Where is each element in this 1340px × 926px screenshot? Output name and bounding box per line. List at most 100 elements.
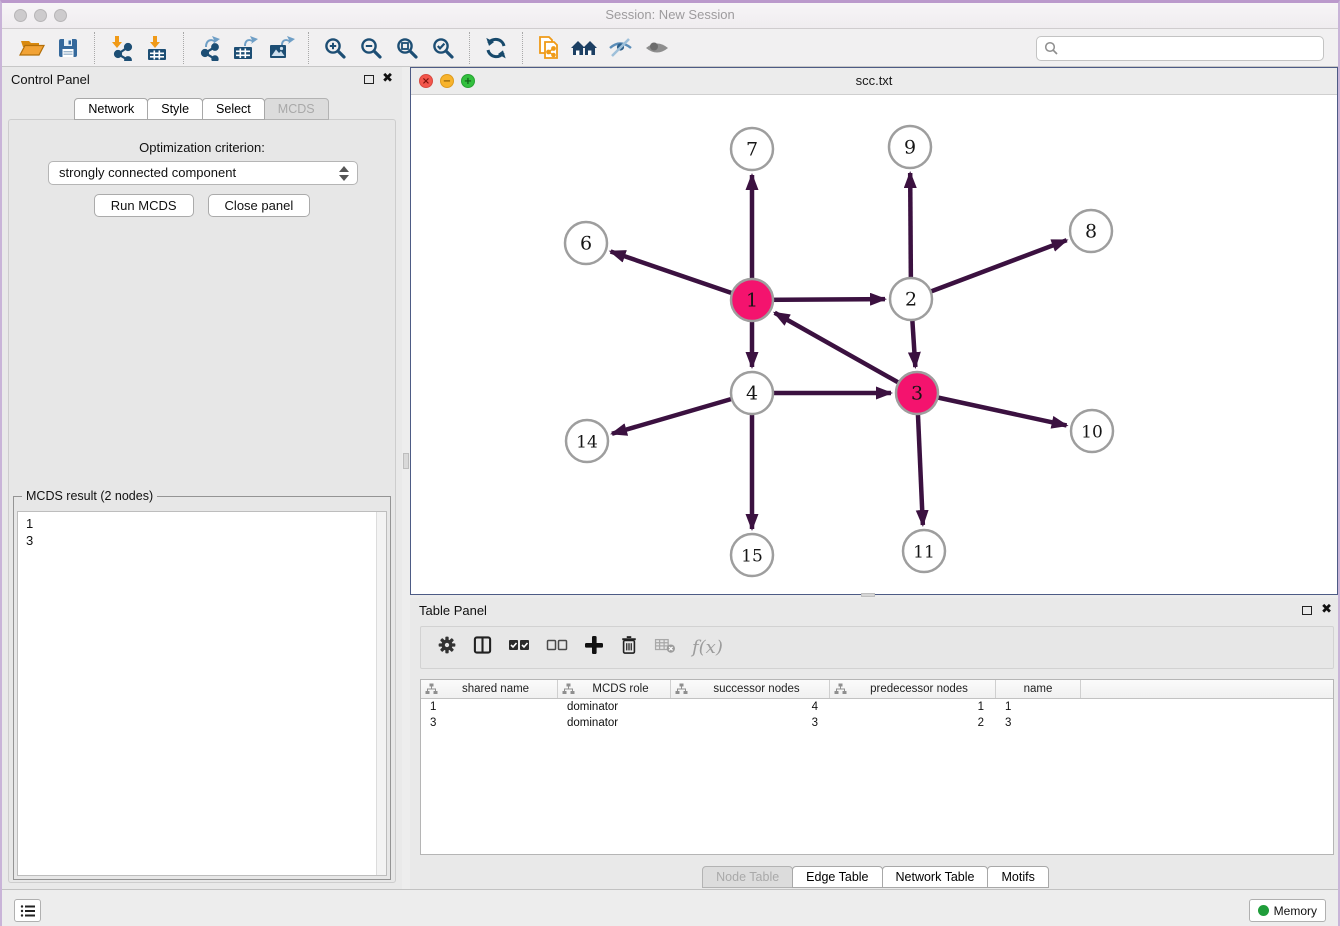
result-scrollbar[interactable] — [376, 512, 386, 875]
select-all-checkboxes-icon[interactable] — [508, 638, 530, 657]
show-all-icon[interactable] — [642, 33, 672, 63]
list-icon — [20, 904, 36, 918]
mcds-result-lines: 13 — [18, 512, 386, 552]
add-row-icon[interactable] — [584, 635, 604, 660]
optimization-criterion-label: Optimization criterion: — [9, 140, 395, 155]
main-toolbar — [2, 29, 1338, 67]
svg-text:4: 4 — [746, 383, 758, 405]
graph-edge-1-6[interactable] — [611, 251, 752, 300]
search-icon — [1044, 41, 1059, 56]
graph-node-9[interactable]: 9 — [889, 126, 931, 168]
graph-edge-3-1[interactable] — [775, 313, 917, 393]
graph-node-15[interactable]: 15 — [731, 534, 773, 576]
zoom-in-icon[interactable] — [320, 33, 350, 63]
deselect-all-checkboxes-icon[interactable] — [546, 638, 568, 657]
graph-node-3[interactable]: 3 — [896, 372, 938, 414]
graph-node-14[interactable]: 14 — [566, 420, 608, 462]
graph-node-6[interactable]: 6 — [565, 222, 607, 264]
column-header-shared-name[interactable]: shared name — [421, 680, 558, 698]
table-cell[interactable]: 1 — [421, 701, 558, 713]
table-cell[interactable]: 3 — [671, 717, 830, 729]
session-title: Session: New Session — [2, 7, 1338, 22]
search-input[interactable] — [1064, 41, 1323, 56]
search-field[interactable] — [1036, 36, 1324, 61]
graph-node-8[interactable]: 8 — [1070, 210, 1112, 252]
tab-edge-table[interactable]: Edge Table — [792, 866, 882, 888]
result-line: 1 — [26, 515, 378, 532]
first-neighbors-icon[interactable] — [570, 33, 600, 63]
table-cell[interactable]: 3 — [421, 717, 558, 729]
table-row[interactable]: 3dominator323 — [421, 715, 1333, 731]
network-canvas[interactable]: 1 2 3 4 6 7 8 9 10 11 14 15 — [411, 95, 1337, 594]
horizontal-splitter-grip[interactable] — [861, 593, 875, 597]
tab-network[interactable]: Network — [74, 98, 148, 120]
tab-style[interactable]: Style — [147, 98, 203, 120]
table-cell[interactable]: 3 — [996, 717, 1081, 729]
hierarchy-icon — [562, 683, 575, 695]
column-header-successor-nodes[interactable]: successor nodes — [671, 680, 830, 698]
graph-node-4[interactable]: 4 — [731, 372, 773, 414]
graph-node-2[interactable]: 2 — [890, 278, 932, 320]
table-cell[interactable]: dominator — [558, 717, 671, 729]
run-mcds-button[interactable]: Run MCDS — [94, 194, 194, 217]
table-panel-header: Table Panel ✖ — [410, 598, 1340, 624]
column-header-MCDS-role[interactable]: MCDS role — [558, 680, 671, 698]
mcds-result-title: MCDS result (2 nodes) — [22, 489, 157, 503]
zoom-fit-icon[interactable] — [392, 33, 422, 63]
save-session-icon[interactable] — [53, 33, 83, 63]
zoom-selected-icon[interactable] — [428, 33, 458, 63]
clone-network-icon[interactable] — [534, 33, 564, 63]
select-stepper-icon — [339, 166, 350, 181]
task-history-button[interactable] — [14, 899, 41, 922]
table-header-row: shared nameMCDS rolesuccessor nodesprede… — [421, 680, 1333, 699]
hierarchy-icon — [834, 683, 847, 695]
export-image-icon[interactable] — [267, 33, 297, 63]
table-cell[interactable]: 2 — [830, 717, 996, 729]
table-cell[interactable]: 1 — [830, 701, 996, 713]
close-panel-button[interactable]: Close panel — [208, 194, 311, 217]
open-file-icon[interactable] — [17, 33, 47, 63]
memory-button[interactable]: Memory — [1249, 899, 1326, 922]
tab-motifs[interactable]: Motifs — [987, 866, 1048, 888]
graph-node-1[interactable]: 1 — [731, 279, 773, 321]
tab-node-table[interactable]: Node Table — [702, 866, 793, 888]
graph-edge-2-8[interactable] — [911, 240, 1067, 299]
graph-edge-3-10[interactable] — [917, 393, 1067, 425]
zoom-out-icon[interactable] — [356, 33, 386, 63]
table-cell[interactable]: 4 — [671, 701, 830, 713]
graph-node-7[interactable]: 7 — [731, 128, 773, 170]
hierarchy-icon — [425, 683, 438, 695]
float-panel-icon[interactable] — [364, 75, 374, 84]
criterion-select[interactable]: strongly connected component — [48, 161, 358, 185]
import-network-icon[interactable] — [106, 33, 136, 63]
import-table-icon[interactable] — [142, 33, 172, 63]
delete-row-icon[interactable] — [620, 635, 638, 660]
export-table-icon[interactable] — [231, 33, 261, 63]
tab-network-table[interactable]: Network Table — [882, 866, 989, 888]
tab-mcds[interactable]: MCDS — [264, 98, 329, 120]
table-cell[interactable]: dominator — [558, 701, 671, 713]
splitter-grip[interactable] — [403, 453, 409, 469]
toggle-columns-icon[interactable] — [473, 635, 492, 660]
mcds-result-area[interactable]: 13 — [17, 511, 387, 876]
table-row[interactable]: 1dominator411 — [421, 699, 1333, 715]
graph-node-11[interactable]: 11 — [903, 530, 945, 572]
column-header-name[interactable]: name — [996, 680, 1081, 698]
table-body: 1dominator4113dominator323 — [421, 699, 1333, 731]
graph-node-10[interactable]: 10 — [1071, 410, 1113, 452]
vertical-splitter[interactable] — [402, 67, 410, 889]
export-network-icon[interactable] — [195, 33, 225, 63]
column-header-predecessor-nodes[interactable]: predecessor nodes — [830, 680, 996, 698]
table-settings-icon[interactable] — [437, 635, 457, 660]
hide-selected-icon[interactable] — [606, 33, 636, 63]
float-table-panel-icon[interactable] — [1302, 606, 1312, 615]
mcds-result-groupbox: MCDS result (2 nodes) 13 — [13, 496, 391, 880]
close-panel-icon[interactable]: ✖ — [382, 71, 393, 86]
os-titlebar: Session: New Session — [2, 3, 1338, 29]
apply-function-icon: f(x) — [692, 637, 723, 658]
table-cell[interactable]: 1 — [996, 701, 1081, 713]
close-table-panel-icon[interactable]: ✖ — [1321, 602, 1332, 617]
refresh-icon[interactable] — [481, 33, 511, 63]
svg-text:3: 3 — [911, 383, 923, 405]
tab-select[interactable]: Select — [202, 98, 265, 120]
